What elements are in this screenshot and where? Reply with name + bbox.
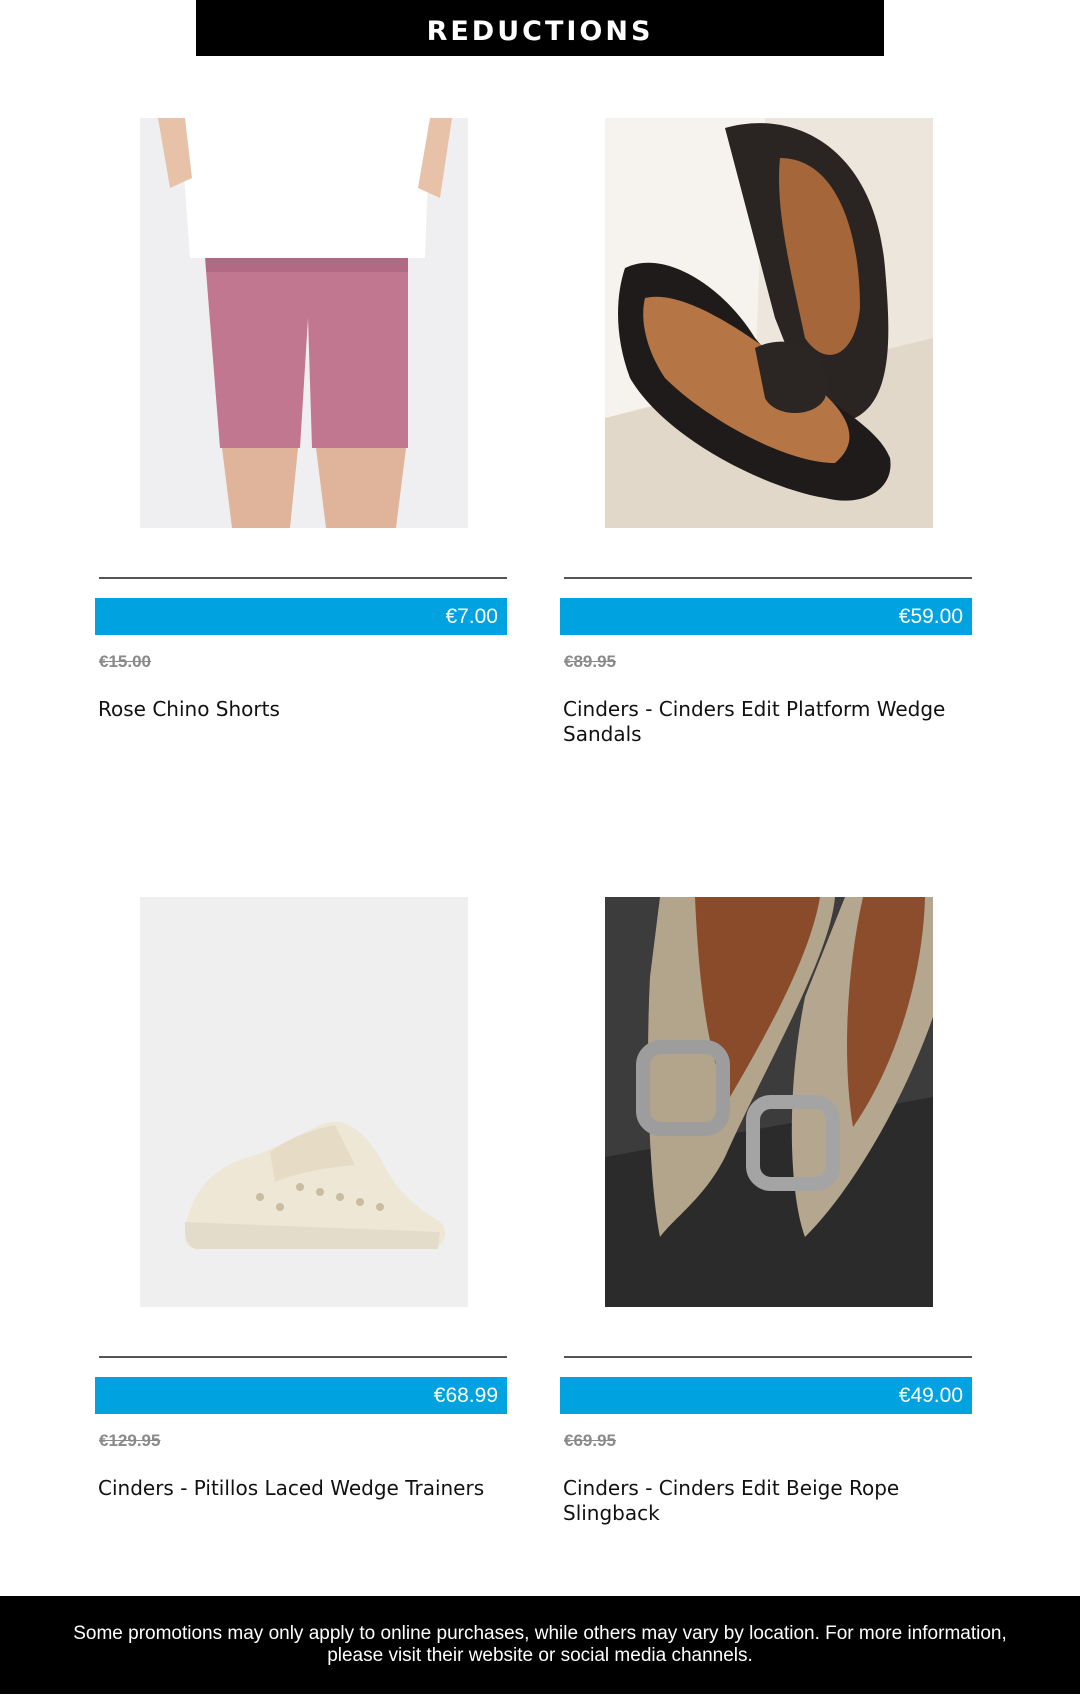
original-price: €15.00 (99, 652, 151, 671)
original-price: €129.95 (99, 1431, 161, 1450)
original-price: €69.95 (564, 1431, 616, 1450)
rope-slingback-photo[interactable] (605, 897, 933, 1307)
laced-wedge-trainers-photo[interactable] (140, 897, 468, 1307)
platform-wedge-sandals-photo[interactable] (605, 118, 933, 528)
disclaimer-footer: Some promotions may only apply to online… (0, 1596, 1080, 1694)
product-name[interactable]: Cinders - Cinders Edit Platform Wedge Sa… (563, 697, 973, 747)
reductions-banner: REDUCTIONS (196, 0, 884, 56)
product-name[interactable]: Cinders - Pitillos Laced Wedge Trainers (98, 1476, 508, 1501)
card-divider (564, 1356, 972, 1358)
sale-price: €49.00 (898, 1383, 963, 1407)
sale-price-bar: €49.00 (560, 1377, 972, 1414)
card-divider (99, 1356, 507, 1358)
sale-price: €7.00 (445, 604, 498, 628)
card-divider (99, 577, 507, 579)
sale-price-bar: €7.00 (95, 598, 507, 635)
product-name[interactable]: Rose Chino Shorts (98, 697, 508, 722)
sale-price-bar: €59.00 (560, 598, 972, 635)
rose-chino-shorts-photo[interactable] (140, 118, 468, 528)
sale-price: €68.99 (433, 1383, 498, 1407)
original-price: €89.95 (564, 652, 616, 671)
card-divider (564, 577, 972, 579)
sale-price: €59.00 (898, 604, 963, 628)
sale-price-bar: €68.99 (95, 1377, 507, 1414)
product-name[interactable]: Cinders - Cinders Edit Beige Rope Slingb… (563, 1476, 973, 1526)
banner-title: REDUCTIONS (426, 15, 654, 47)
disclaimer-text: Some promotions may only apply to online… (73, 1623, 1007, 1666)
